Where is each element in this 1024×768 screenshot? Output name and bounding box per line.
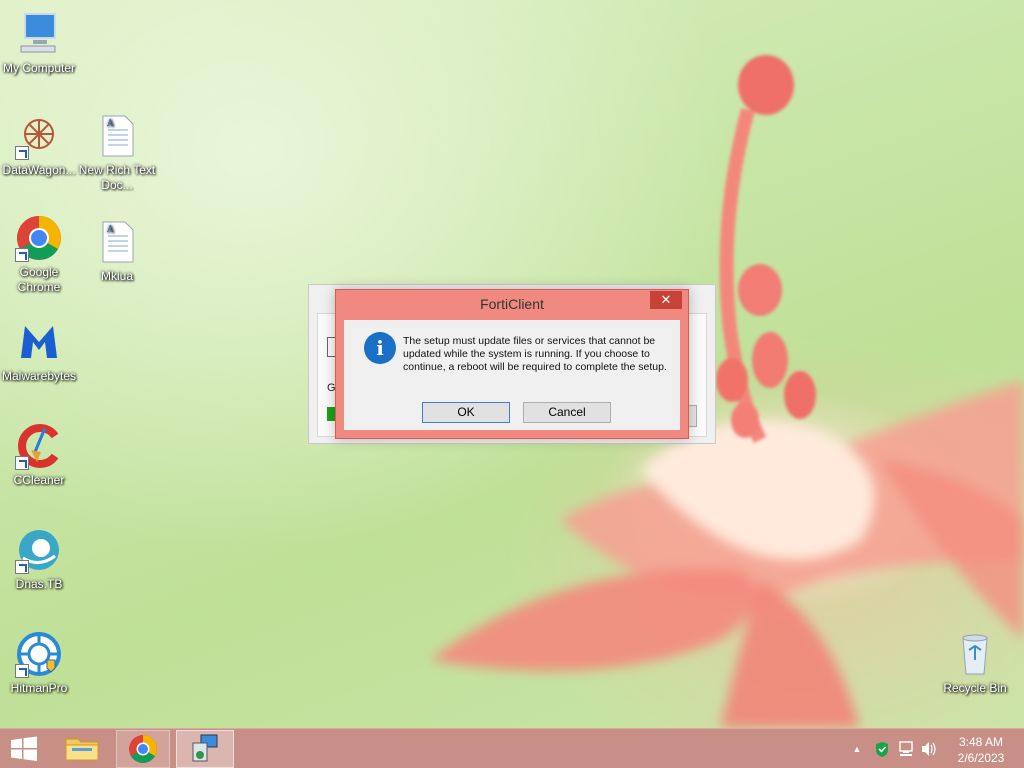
datawagon-icon bbox=[15, 112, 63, 160]
desktop-icon-hitmanpro[interactable]: HitmanPro bbox=[0, 630, 78, 696]
tray-security-shield[interactable] bbox=[874, 729, 890, 768]
taskbar-file-explorer[interactable] bbox=[56, 730, 108, 768]
document-icon: A bbox=[93, 112, 141, 160]
malwarebytes-icon bbox=[15, 318, 63, 366]
desktop-icon-label: Google Chrome bbox=[17, 265, 61, 294]
info-icon: i bbox=[364, 332, 396, 364]
desktop-icon-label: Dnas.TB bbox=[15, 577, 63, 591]
desktop-icon-label: DataWagon... bbox=[2, 163, 76, 177]
clock-time: 3:48 AM bbox=[958, 735, 1004, 749]
dialog-message: The setup must update files or services … bbox=[403, 335, 667, 373]
folder-icon bbox=[65, 738, 99, 761]
taskbar-clock[interactable]: 3:48 AM 2/6/2023 bbox=[948, 734, 1014, 766]
close-button[interactable]: ✕ bbox=[650, 291, 682, 309]
desktop-icon-my-computer[interactable]: My Computer bbox=[0, 10, 78, 76]
document-icon: A bbox=[93, 218, 141, 266]
desktop-icon-label: New Rich Text Doc... bbox=[78, 163, 156, 192]
chrome-icon bbox=[15, 214, 63, 262]
tray-volume[interactable] bbox=[920, 729, 938, 768]
desktop-icon-label: Malwarebytes bbox=[1, 369, 77, 383]
desktop-icon-recycle-bin[interactable]: Recycle Bin bbox=[936, 630, 1014, 696]
hitmanpro-icon bbox=[15, 630, 63, 678]
desktop-icon-label: Recycle Bin bbox=[943, 681, 1007, 695]
chrome-icon bbox=[129, 735, 157, 763]
close-icon: ✕ bbox=[660, 292, 672, 307]
desktop-icon-label: Mkiua bbox=[100, 269, 133, 283]
shortcut-arrow-icon bbox=[15, 146, 29, 160]
cancel-button[interactable]: Cancel bbox=[523, 402, 611, 423]
taskbar-google-chrome[interactable] bbox=[116, 730, 170, 768]
desktop-icon-dnas-tb[interactable]: Dnas.TB bbox=[0, 526, 78, 592]
computer-icon bbox=[15, 10, 63, 58]
speaker-icon bbox=[922, 742, 936, 756]
windows-logo-icon bbox=[11, 736, 37, 761]
installer-icon bbox=[192, 734, 218, 762]
desktop-icon-google-chrome[interactable]: Google Chrome bbox=[0, 214, 78, 295]
forticlient-dialog[interactable]: FortiClient ✕ i The setup must update fi… bbox=[335, 289, 689, 439]
desktop-icon-label: HitmanPro bbox=[10, 681, 68, 695]
shortcut-arrow-icon bbox=[15, 456, 29, 470]
desktop-icon-label: My Computer bbox=[2, 61, 76, 75]
ok-button[interactable]: OK bbox=[422, 402, 510, 423]
desktop-icon-label: CCleaner bbox=[13, 473, 65, 487]
tray-network[interactable] bbox=[897, 729, 915, 768]
desktop-icon-ccleaner[interactable]: CCleaner bbox=[0, 422, 78, 488]
svg-text:A: A bbox=[106, 225, 114, 235]
dnas-icon bbox=[15, 526, 63, 574]
desktop-icon-malwarebytes[interactable]: Malwarebytes bbox=[0, 318, 78, 384]
dialog-title: FortiClient bbox=[480, 296, 544, 312]
clock-date: 2/6/2023 bbox=[957, 751, 1005, 765]
network-icon bbox=[899, 741, 913, 756]
recycle-bin-icon bbox=[951, 630, 999, 678]
shortcut-arrow-icon bbox=[15, 664, 29, 678]
svg-text:A: A bbox=[106, 119, 114, 129]
shortcut-arrow-icon bbox=[15, 248, 29, 262]
shortcut-arrow-icon bbox=[15, 560, 29, 574]
desktop-icon-mkiua[interactable]: A Mkiua bbox=[78, 218, 156, 284]
taskbar: ▲ 3:48 AM 2/6/2023 bbox=[0, 728, 1024, 768]
start-button[interactable] bbox=[0, 730, 48, 768]
tray-chevron-up-icon[interactable]: ▲ bbox=[851, 729, 863, 768]
desktop-icon-new-rich-text-doc[interactable]: A New Rich Text Doc... bbox=[78, 112, 156, 193]
desktop-icon-datawagon[interactable]: DataWagon... bbox=[0, 112, 78, 178]
ccleaner-icon bbox=[15, 422, 63, 470]
shield-check-icon bbox=[876, 742, 888, 757]
dialog-body: i The setup must update files or service… bbox=[344, 320, 680, 430]
taskbar-setup-program[interactable] bbox=[176, 730, 234, 768]
